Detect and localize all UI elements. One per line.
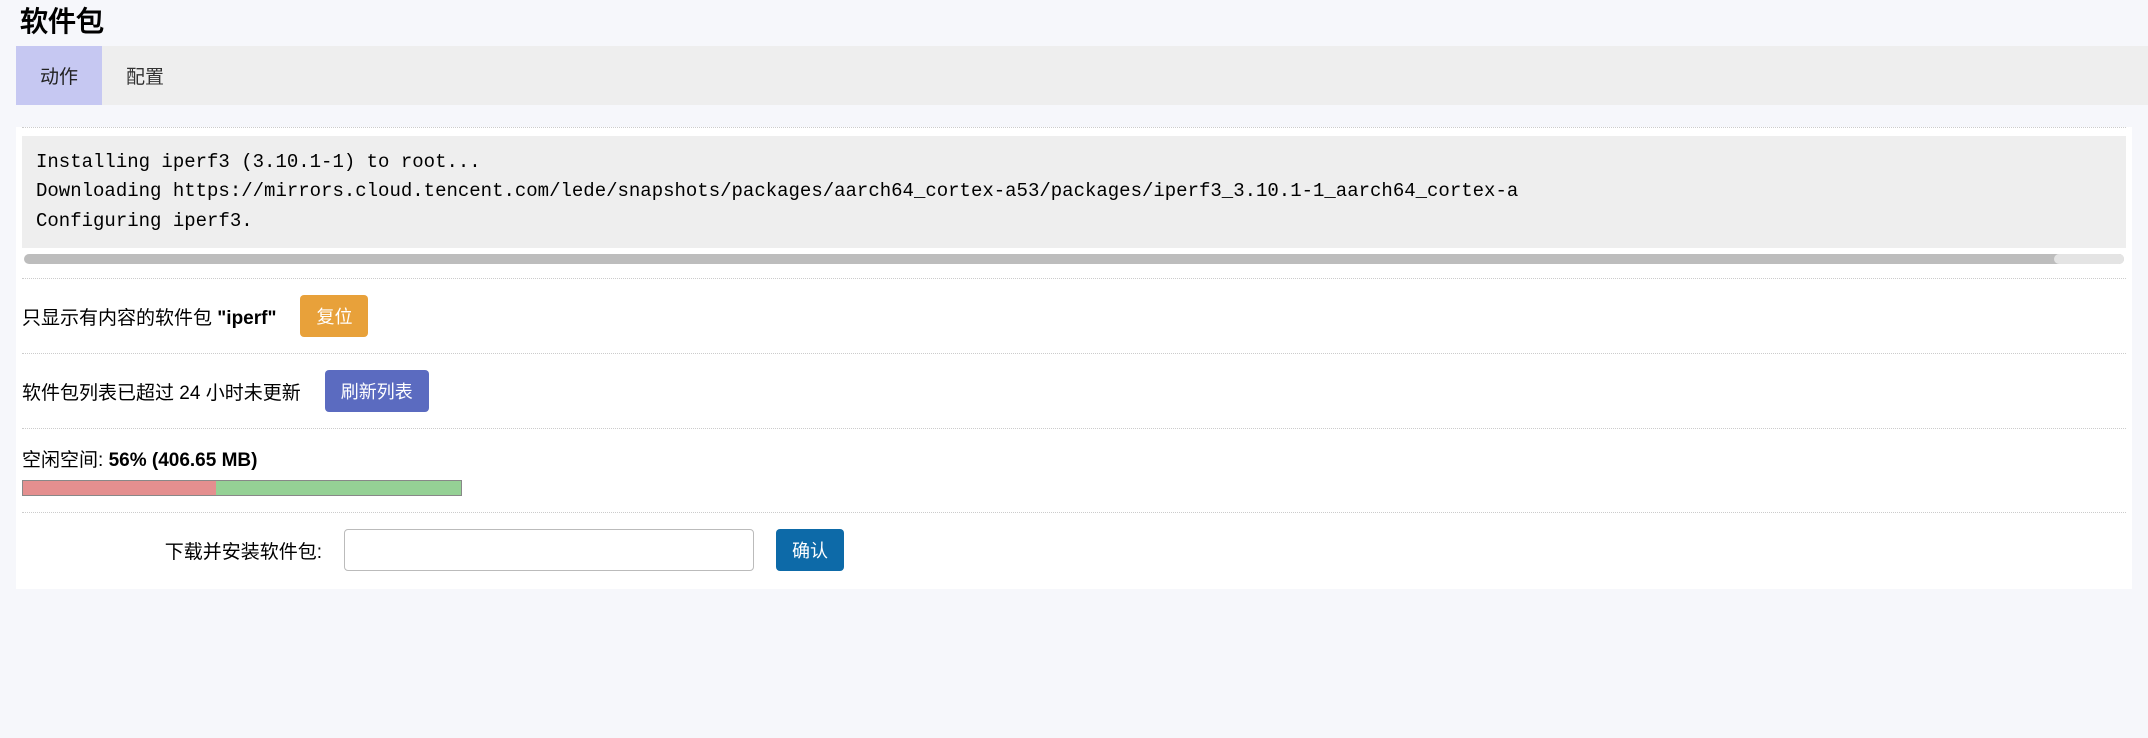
page-title: 软件包 <box>0 0 2148 46</box>
reset-filter-button[interactable]: 复位 <box>300 295 368 337</box>
free-space-label: 空闲空间: 56% (406.65 MB) <box>22 445 2126 472</box>
tab-actions[interactable]: 动作 <box>16 46 102 105</box>
free-space-used-segment <box>23 481 216 495</box>
free-space-prefix: 空闲空间: <box>22 450 109 471</box>
filter-description: 只显示有内容的软件包 "iperf" <box>22 303 276 330</box>
list-status-text: 软件包列表已超过 24 小时未更新 <box>22 378 301 405</box>
tabs: 动作 配置 <box>16 46 2148 105</box>
filter-prefix: 只显示有内容的软件包 <box>22 308 217 329</box>
free-space-free-segment <box>216 481 461 495</box>
horizontal-scrollbar[interactable] <box>24 254 2124 264</box>
install-log-output: Installing iperf3 (3.10.1-1) to root... … <box>22 136 2126 248</box>
tab-config[interactable]: 配置 <box>102 46 188 105</box>
free-space-bar <box>22 480 462 496</box>
install-label: 下载并安装软件包: <box>22 537 322 564</box>
free-space-value: 56% (406.65 MB) <box>109 450 258 471</box>
refresh-list-button[interactable]: 刷新列表 <box>325 370 429 412</box>
install-package-input[interactable] <box>344 529 754 571</box>
filter-query: "iperf" <box>217 308 276 329</box>
install-confirm-button[interactable]: 确认 <box>776 529 844 571</box>
